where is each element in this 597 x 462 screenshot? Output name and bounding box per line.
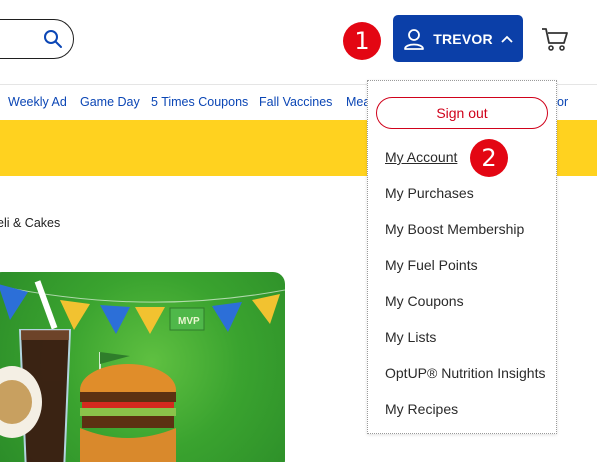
account-menu-button[interactable]: TREVOR — [393, 15, 523, 62]
cart-icon[interactable] — [541, 26, 569, 52]
pennant-flag — [100, 305, 130, 334]
page: 1 TREVOR Weekly Ad Game Day 5 Times Coup… — [0, 0, 597, 462]
annotation-badge-1: 1 — [343, 22, 381, 60]
nav-link-fall-vaccines[interactable]: Fall Vaccines — [259, 95, 332, 109]
nav-link-partial-right[interactable]: or — [557, 95, 568, 109]
menu-item-my-lists[interactable]: My Lists — [385, 329, 436, 345]
menu-item-my-boost-membership[interactable]: My Boost Membership — [385, 221, 524, 237]
menu-item-my-fuel-points[interactable]: My Fuel Points — [385, 257, 478, 273]
nav-link-game-day[interactable]: Game Day — [80, 95, 140, 109]
annotation-badge-2: 2 — [470, 139, 508, 177]
search-icon[interactable] — [43, 29, 63, 49]
breadcrumb[interactable]: eli & Cakes — [0, 216, 60, 230]
account-dropdown-menu: Sign out My Account My Purchases My Boos… — [367, 80, 557, 434]
menu-item-my-coupons[interactable]: My Coupons — [385, 293, 464, 309]
account-user-name: TREVOR — [433, 30, 493, 47]
sign-out-button[interactable]: Sign out — [376, 97, 548, 129]
nav-link-weekly-ad[interactable]: Weekly Ad — [8, 95, 67, 109]
chevron-up-icon — [501, 35, 513, 43]
menu-item-my-purchases[interactable]: My Purchases — [385, 185, 474, 201]
pennant-flag — [60, 300, 90, 330]
pennant-flag — [252, 294, 280, 324]
nav-link-5-times-coupons[interactable]: 5 Times Coupons — [151, 95, 248, 109]
mvp-flag-label: MVP — [178, 316, 200, 327]
pennant-flag — [212, 302, 242, 332]
menu-item-my-recipes[interactable]: My Recipes — [385, 401, 458, 417]
user-icon — [404, 28, 425, 50]
menu-item-optup-nutrition-insights[interactable]: OptUP® Nutrition Insights — [385, 365, 546, 381]
pennant-flag — [135, 307, 165, 334]
promo-illustration: MVP — [0, 280, 285, 462]
menu-item-my-account[interactable]: My Account — [385, 149, 457, 165]
promo-image[interactable]: MVP — [0, 272, 285, 462]
pennant-flag — [0, 284, 28, 320]
